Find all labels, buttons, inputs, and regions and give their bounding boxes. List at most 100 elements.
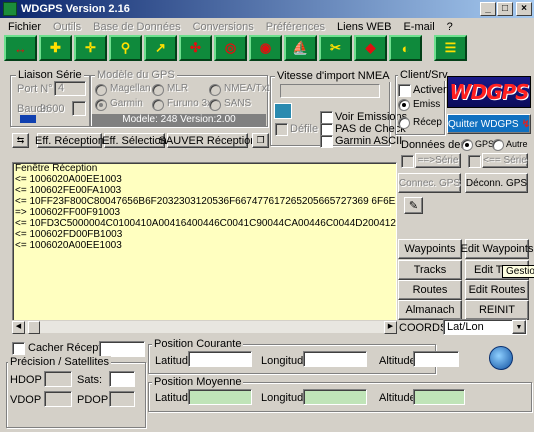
edit-waypoints-button[interactable]: Edit Waypoints (461, 239, 533, 259)
target-icon[interactable]: ◎ (214, 35, 247, 61)
connec-gps-button[interactable]: Connec. GPS (398, 173, 461, 193)
vdop-field[interactable] (44, 391, 72, 407)
search-icon[interactable]: ⚲ (109, 35, 142, 61)
binoculars-icon[interactable] (20, 115, 36, 123)
reinit-button[interactable]: REINIT (465, 300, 529, 320)
log-title: Fenêtre Réception (15, 163, 98, 174)
menu-outils[interactable]: Outils (47, 21, 87, 33)
courante-latitude-field[interactable] (188, 351, 252, 367)
target-alt-icon[interactable]: ◉ (249, 35, 282, 61)
port-select[interactable]: 4 (54, 81, 86, 96)
from-serie-button[interactable]: <== Série (482, 153, 528, 168)
scroll-thumb[interactable] (28, 321, 40, 334)
hdop-label: HDOP : (10, 374, 48, 386)
radio-autre[interactable] (492, 139, 504, 151)
copy-icon[interactable]: ❐ (252, 133, 269, 148)
nmea-speed-slider[interactable] (280, 84, 380, 98)
radio-nmea[interactable] (209, 84, 221, 96)
sats-label: Sats: (77, 374, 103, 386)
port-label: Port N° (17, 83, 53, 95)
target-plus-icon[interactable]: ✣ (179, 35, 212, 61)
courante-altitude-field[interactable] (413, 351, 459, 367)
minimize-button[interactable]: _ (480, 2, 496, 16)
satellite-icon[interactable] (274, 103, 292, 119)
label-furuno: Furuno 3x (167, 98, 213, 109)
moyenne-longitude-field[interactable] (303, 389, 367, 405)
close-button[interactable]: × (516, 2, 532, 16)
radio-recep[interactable] (398, 117, 410, 129)
quit-button[interactable]: Quitter WDGPS ↯ (447, 114, 531, 134)
eff-reception-button[interactable]: Eff. Réception (35, 133, 104, 148)
title-bar: WDGPS Version 2.16 (0, 0, 534, 18)
globe-search-icon[interactable] (489, 346, 513, 370)
almanach-button[interactable]: Almanach (398, 300, 462, 320)
menu-base-de-donnees[interactable]: Base de Données (87, 21, 186, 33)
menu-email[interactable]: E-mail (397, 21, 440, 33)
edit-tool-icon[interactable]: ✎ (404, 197, 423, 214)
shapes-icon[interactable]: ◆ (354, 35, 387, 61)
menu-preferences[interactable]: Préférences (260, 21, 331, 33)
gps-model-title: Modèle du GPS (95, 69, 177, 81)
menu-help[interactable]: ? (441, 21, 459, 33)
radio-sans[interactable] (209, 99, 221, 111)
coords-select[interactable]: Lat/Lon ▼ (443, 319, 527, 335)
menu-conversions[interactable]: Conversions (187, 21, 260, 33)
vdop-label: VDOP : (10, 394, 48, 406)
to-serie-checkbox[interactable] (401, 155, 414, 168)
activer-checkbox[interactable] (398, 84, 411, 97)
waypoint-upload-icon[interactable]: ↔ (4, 35, 37, 61)
menu-bar: Fichier Outils Base de Données Conversio… (0, 18, 534, 35)
scroll-right-button[interactable]: ▶ (384, 321, 397, 334)
hdop-field[interactable] (44, 371, 72, 387)
list-icon[interactable]: ☰ (434, 35, 467, 61)
radio-furuno[interactable] (152, 99, 164, 111)
radio-emiss[interactable] (398, 99, 410, 111)
window-title: WDGPS Version 2.16 (21, 3, 130, 15)
ship-icon[interactable]: ⛵ (284, 35, 317, 61)
from-serie-checkbox[interactable] (468, 155, 481, 168)
sats-field[interactable] (109, 371, 135, 387)
label-magellan: Magellan (110, 83, 151, 94)
log-line: <= 10FD3C5000004C0100410A00416400446C004… (15, 218, 396, 229)
radio-magellan[interactable] (95, 84, 107, 96)
gestion-tooltip: Gestion (502, 265, 534, 278)
maximize-button[interactable]: □ (497, 2, 513, 16)
menu-liens-web[interactable]: Liens WEB (331, 21, 397, 33)
route-icon[interactable]: ↗ (144, 35, 177, 61)
moyenne-altitude-field[interactable] (413, 389, 465, 405)
log-toggle-icon[interactable]: ⇆ (12, 133, 29, 148)
deconn-gps-button[interactable]: Déconn. GPS (465, 173, 528, 193)
globe-icon[interactable]: ◐ (389, 35, 422, 61)
scroll-left-button[interactable]: ◀ (12, 321, 25, 334)
waypoints-button[interactable]: Waypoints (398, 239, 462, 259)
reception-count-field[interactable] (99, 341, 145, 357)
waypoint-tool-icon[interactable]: ✚ (39, 35, 72, 61)
quit-label: Quitter WDGPS (448, 118, 519, 130)
pdop-field[interactable] (109, 391, 135, 407)
reception-log[interactable]: Fenêtre Réception <= 1006020A00EE1003 <=… (12, 162, 397, 332)
courante-longitude-field[interactable] (303, 351, 367, 367)
menu-fichier[interactable]: Fichier (0, 21, 47, 33)
moyenne-latitude-field[interactable] (188, 389, 252, 405)
to-serie-button[interactable]: ==>Série (415, 153, 461, 168)
tracks-button[interactable]: Tracks (398, 260, 462, 280)
routes-button[interactable]: Routes (398, 280, 462, 300)
sauver-reception-button[interactable]: SAUVER Réception (159, 133, 256, 148)
tools-icon[interactable]: ✂ (319, 35, 352, 61)
chevron-down-icon[interactable]: ▼ (512, 320, 526, 334)
label-nmea: NMEA/Txt (224, 83, 270, 94)
eff-selection-button[interactable]: Eff. Sélection (102, 133, 167, 148)
defile-checkbox[interactable] (275, 123, 288, 136)
activer-label: Activer (413, 84, 447, 96)
radio-garmin[interactable] (95, 99, 107, 111)
log-line: <= 10FF23F800C80047656B6F2032303120536F6… (15, 196, 396, 207)
label-garmin: Garmin (110, 98, 143, 109)
cacher-reception-checkbox[interactable] (12, 342, 25, 355)
garmin-ascii-checkbox[interactable] (320, 135, 333, 148)
radio-mlr[interactable] (152, 84, 164, 96)
edit-routes-button[interactable]: Edit Routes (465, 280, 529, 300)
log-hscrollbar[interactable]: ◀ ▶ (12, 320, 397, 334)
radio-gps[interactable] (461, 139, 473, 151)
bauds-dropdown[interactable] (72, 101, 86, 116)
waypoint-add-icon[interactable]: ✛ (74, 35, 107, 61)
